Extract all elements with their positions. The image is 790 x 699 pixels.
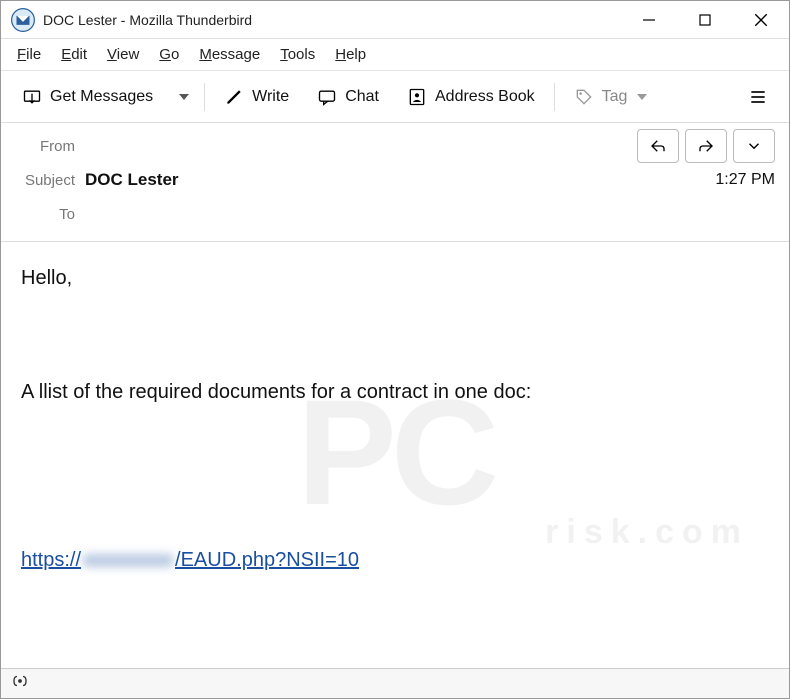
tag-label: Tag: [602, 88, 628, 106]
forward-button[interactable]: [685, 129, 727, 163]
reply-button[interactable]: [637, 129, 679, 163]
menu-view[interactable]: View: [101, 44, 145, 65]
body-line1: A llist of the required documents for a …: [21, 378, 769, 407]
get-messages-dropdown[interactable]: [170, 79, 196, 115]
message-body: PC risk.com Hello, A llist of the requir…: [1, 242, 789, 662]
address-book-button[interactable]: Address Book: [396, 79, 546, 115]
hamburger-icon: [748, 87, 768, 107]
chevron-down-icon: [179, 94, 189, 100]
menu-edit[interactable]: Edit: [55, 44, 93, 65]
menu-bar: File Edit View Go Message Tools Help: [1, 39, 789, 71]
body-greeting: Hello,: [21, 264, 769, 293]
message-header: From Subject DOC Lester 1:27 PM To: [1, 123, 789, 242]
status-bar: [1, 668, 789, 698]
address-book-icon: [407, 87, 427, 107]
address-book-label: Address Book: [435, 88, 535, 106]
more-actions-button[interactable]: [733, 129, 775, 163]
online-status-icon[interactable]: [11, 672, 29, 695]
menu-go[interactable]: Go: [153, 44, 185, 65]
chat-icon: [317, 87, 337, 107]
chevron-down-icon: [637, 94, 647, 100]
menu-tools[interactable]: Tools: [274, 44, 321, 65]
body-link[interactable]: https://xxxxxxxxx/EAUD.php?NSII=10: [21, 549, 769, 572]
window-title: DOC Lester - Mozilla Thunderbird: [43, 12, 621, 28]
tag-icon: [574, 87, 594, 107]
app-menu-button[interactable]: [737, 79, 779, 115]
maximize-button[interactable]: [677, 1, 733, 38]
chat-label: Chat: [345, 88, 379, 106]
separator: [204, 83, 205, 111]
separator: [554, 83, 555, 111]
thunderbird-icon: [9, 6, 37, 34]
menu-message[interactable]: Message: [193, 44, 266, 65]
chat-button[interactable]: Chat: [306, 79, 390, 115]
menu-help[interactable]: Help: [329, 44, 372, 65]
get-messages-button[interactable]: Get Messages: [11, 79, 164, 115]
write-button[interactable]: Write: [213, 79, 300, 115]
get-messages-label: Get Messages: [50, 88, 153, 106]
from-label: From: [15, 138, 85, 155]
toolbar: Get Messages Write Chat Address Book Tag: [1, 71, 789, 123]
tag-button[interactable]: Tag: [563, 79, 659, 115]
message-time: 1:27 PM: [715, 171, 775, 189]
to-label: To: [15, 206, 85, 223]
download-icon: [22, 87, 42, 107]
menu-file[interactable]: File: [11, 44, 47, 65]
minimize-button[interactable]: [621, 1, 677, 38]
subject-value: DOC Lester: [85, 170, 715, 190]
close-button[interactable]: [733, 1, 789, 38]
subject-label: Subject: [15, 172, 85, 189]
write-label: Write: [252, 88, 289, 106]
pencil-icon: [224, 87, 244, 107]
